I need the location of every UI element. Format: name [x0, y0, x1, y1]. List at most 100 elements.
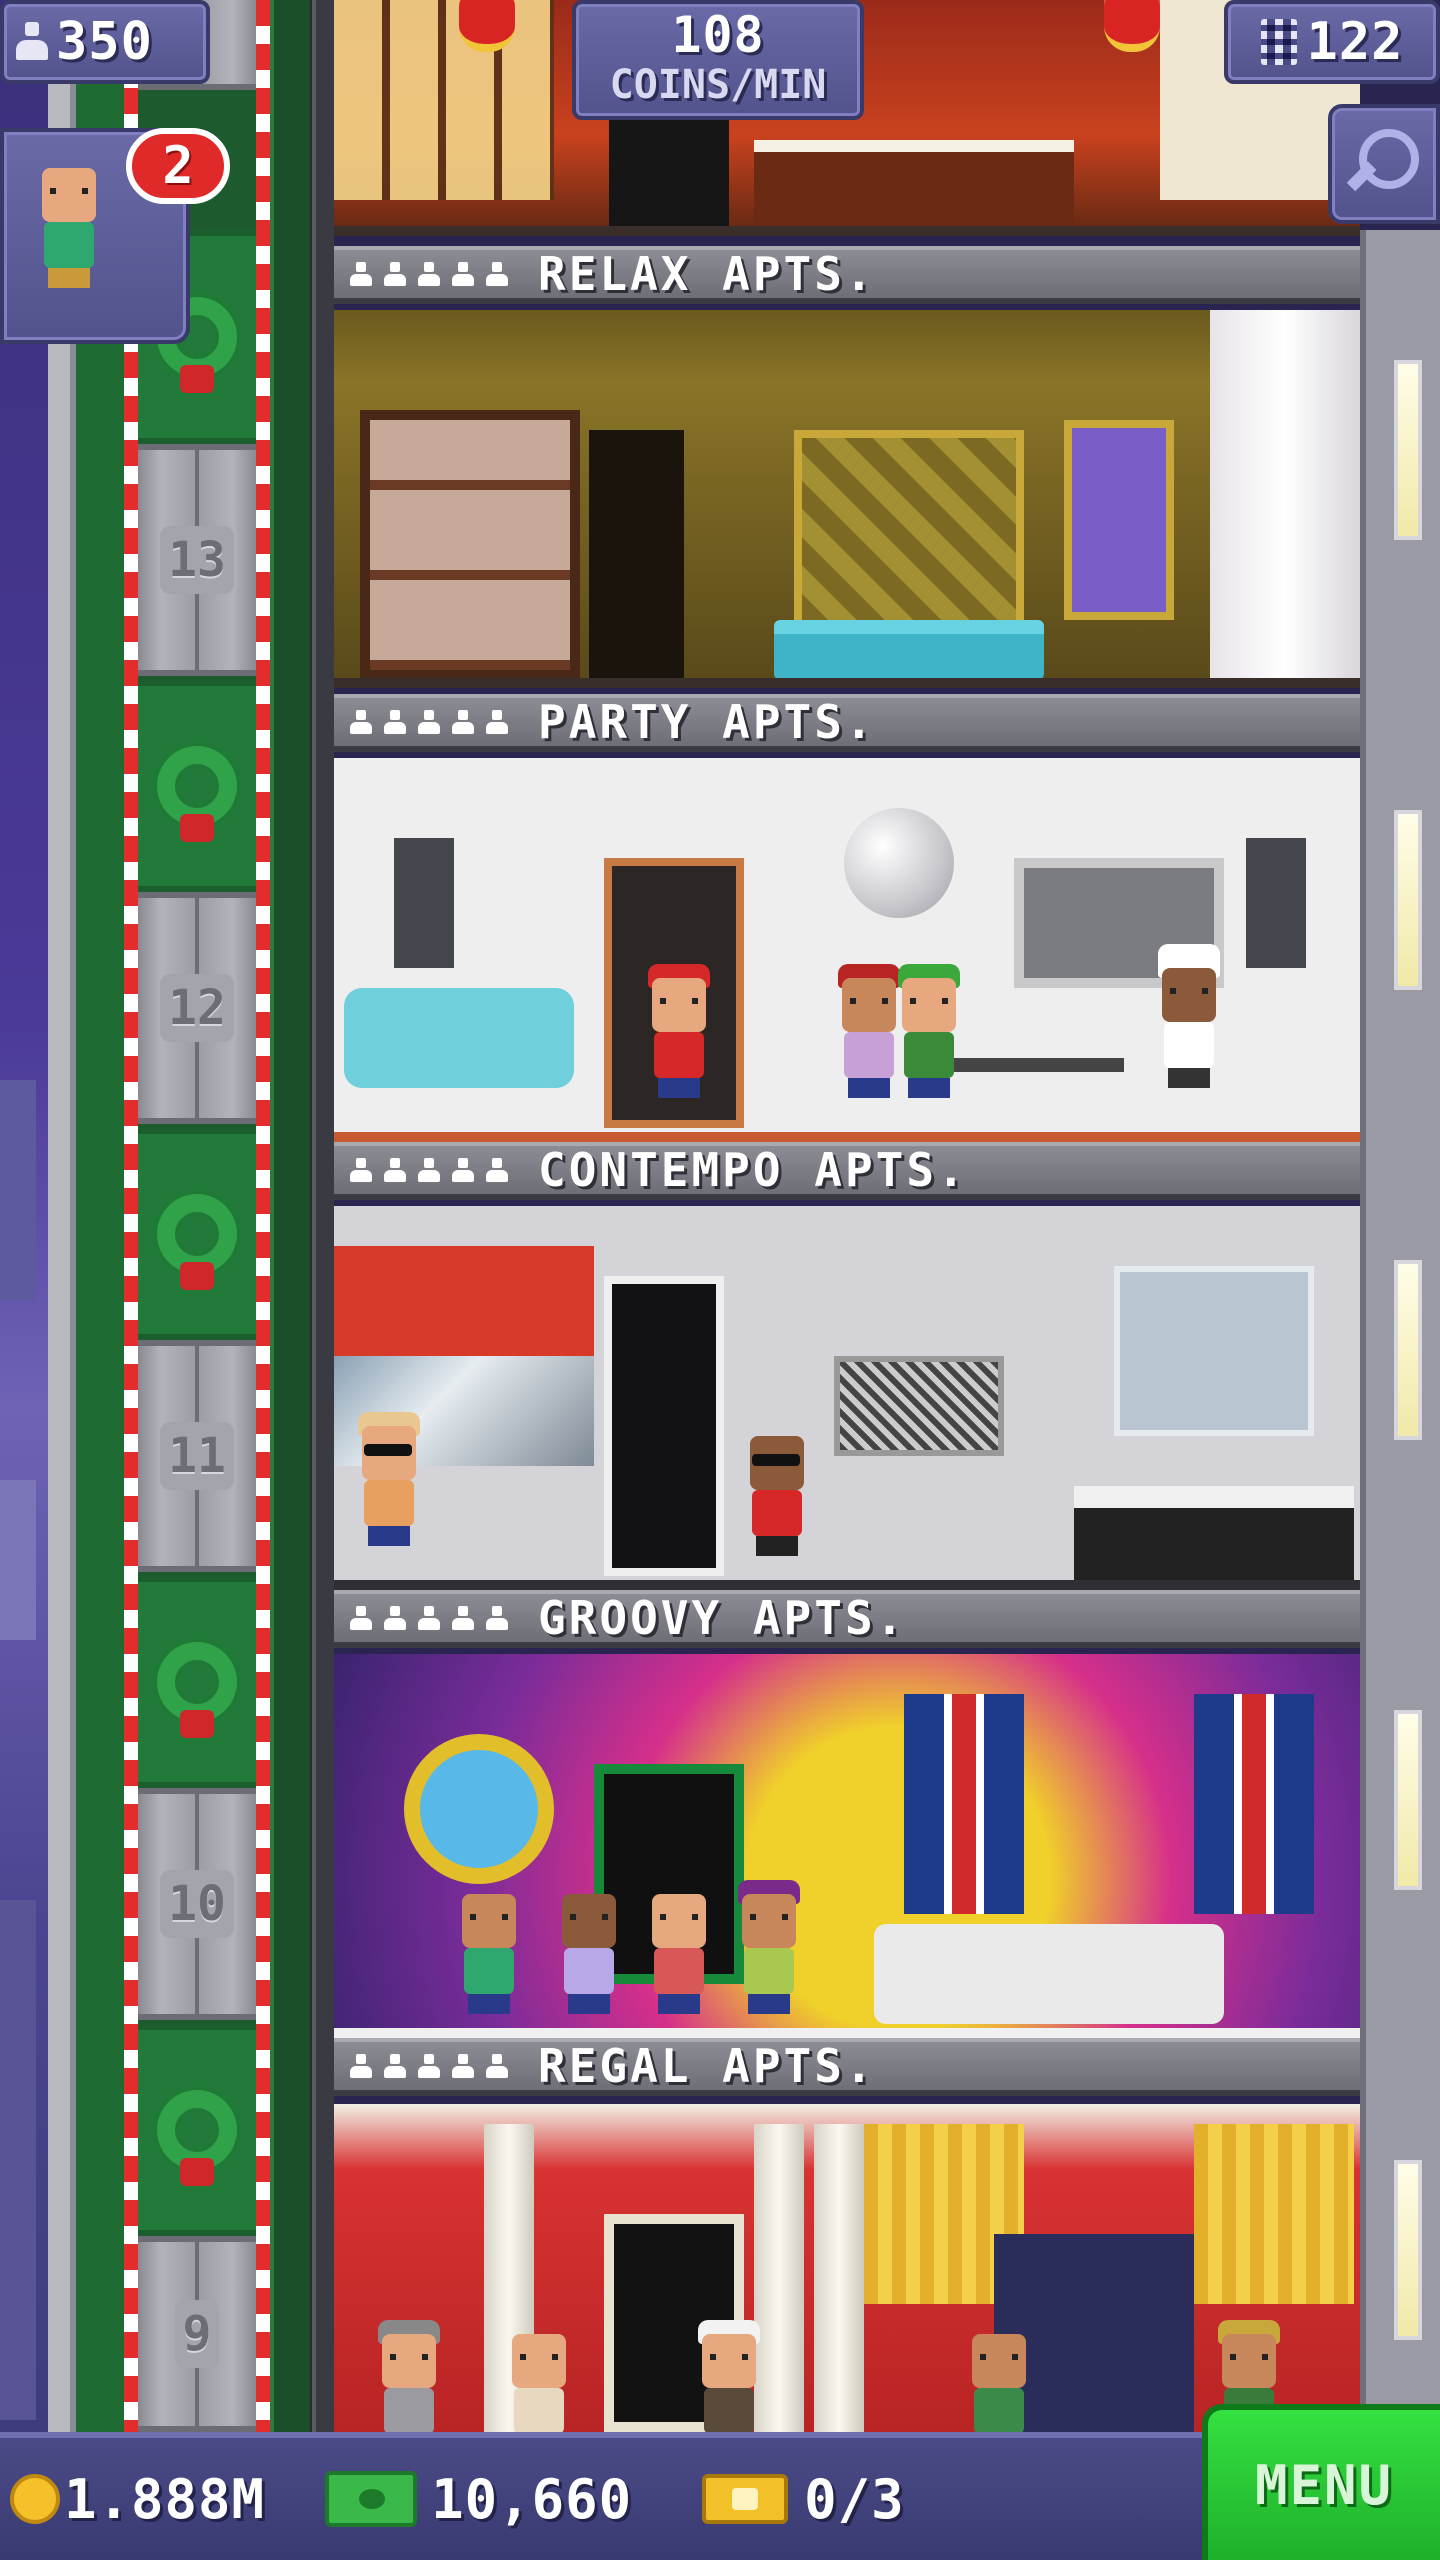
wreath-icon	[157, 746, 237, 842]
bitizen[interactable]	[894, 964, 964, 1098]
curtain	[1194, 2124, 1354, 2304]
coins-per-min-display[interactable]: 108 COINS/MIN	[572, 0, 864, 120]
coins-value: 1.888M	[64, 2467, 266, 2531]
room-contempo[interactable]	[334, 1206, 1360, 1590]
bow-icon	[180, 814, 214, 842]
floor-number: 11	[160, 1422, 234, 1490]
floor-name: REGAL APTS.	[538, 2039, 876, 2093]
city-building	[0, 1900, 36, 2420]
wall-art	[834, 1356, 1004, 1456]
room-door	[604, 1276, 724, 1576]
floor-number: 12	[160, 974, 234, 1042]
shaft-floor-9: 9	[138, 2236, 256, 2432]
candy-cane-stripe	[124, 0, 138, 2432]
union-jack	[1194, 1694, 1314, 1914]
bitizen[interactable]	[454, 1894, 524, 2014]
bitizen[interactable]	[554, 1894, 624, 2014]
notification-badge: 2	[126, 128, 230, 204]
bux-counter[interactable]: 10,660	[275, 2468, 632, 2531]
floor-label-bar: RELAX APTS.	[334, 246, 1360, 304]
shaft-wreath	[138, 2024, 256, 2236]
curtain	[1210, 310, 1360, 678]
resident-slot-icon	[348, 2054, 374, 2078]
resident-slot-icon	[484, 1158, 510, 1182]
peace-sign	[404, 1734, 554, 1884]
shaft-floor-10: 10	[138, 1788, 256, 2020]
bitizen[interactable]	[742, 1436, 812, 1556]
floor-count-value: 122	[1306, 12, 1404, 72]
window	[1064, 420, 1174, 620]
bux-value: 10,660	[431, 2467, 633, 2531]
floor-number: 9	[174, 2300, 220, 2368]
room-party[interactable]	[334, 758, 1360, 1142]
resident-slots	[348, 1606, 510, 1630]
population-icon	[16, 22, 48, 62]
floor-label-bar: PARTY APTS.	[334, 694, 1360, 752]
floor-label-bar: CONTEMPO APTS.	[334, 1142, 1360, 1200]
bitizen[interactable]	[1154, 944, 1224, 1088]
speaker	[1246, 838, 1306, 968]
floor-number: 13	[160, 526, 234, 594]
resident-slot-icon	[348, 710, 374, 734]
resident-slot-icon	[382, 710, 408, 734]
coins-counter[interactable]: 1.888M	[10, 2468, 265, 2531]
visitor-avatar	[34, 168, 104, 288]
resident-slot-icon	[416, 710, 442, 734]
resident-slot-icon	[450, 1606, 476, 1630]
union-jack	[904, 1694, 1024, 1914]
bitizen[interactable]	[644, 964, 714, 1098]
resident-slot-icon	[450, 710, 476, 734]
population-counter[interactable]: 350	[0, 0, 210, 84]
resident-slot-icon	[416, 1158, 442, 1182]
wall-panel	[794, 430, 1024, 630]
resident-slot-icon	[416, 2054, 442, 2078]
disco-ball	[844, 808, 954, 918]
shoji-screen	[334, 0, 554, 200]
accent-wall	[334, 1246, 594, 1356]
tickets-counter[interactable]: 0/3	[642, 2468, 905, 2531]
resident-slot-icon	[382, 262, 408, 286]
bitizen[interactable]	[734, 1880, 804, 2014]
city-building	[0, 1480, 36, 1640]
bitizen[interactable]	[504, 2334, 574, 2432]
bitizen[interactable]	[374, 2320, 444, 2432]
resident-slot-icon	[348, 262, 374, 286]
bitizen[interactable]	[694, 2320, 764, 2432]
wreath-icon	[157, 2090, 237, 2186]
floor-counter[interactable]: 122	[1224, 0, 1440, 84]
shaft-wreath	[138, 680, 256, 892]
bitizen[interactable]	[354, 1412, 424, 1546]
menu-button[interactable]: MENU	[1202, 2404, 1440, 2560]
room-regal[interactable]	[334, 2104, 1360, 2432]
search-icon	[1349, 129, 1419, 199]
elevator-shaft[interactable]: 13 12 11 10 9	[48, 0, 328, 2432]
city-building	[0, 1080, 36, 1300]
lattice-window	[360, 410, 580, 678]
bux-icon	[325, 2471, 418, 2527]
room-door	[589, 430, 684, 678]
wall-light	[1394, 1710, 1422, 1890]
bitizen[interactable]	[964, 2334, 1034, 2432]
resident-slots	[348, 710, 510, 734]
shaft-wreath	[138, 1128, 256, 1340]
resident-slot-icon	[382, 1158, 408, 1182]
pillar	[814, 2124, 864, 2432]
wall-light	[1394, 360, 1422, 540]
room-door	[609, 120, 729, 226]
room-relax[interactable]	[334, 310, 1360, 688]
shaft-floor-12: 12	[138, 892, 256, 1124]
tickets-value: 0/3	[804, 2467, 905, 2531]
bed	[774, 620, 1044, 678]
bow-icon	[180, 365, 214, 393]
search-button[interactable]	[1328, 104, 1440, 224]
sofa	[874, 1924, 1224, 2024]
resident-slot-icon	[416, 262, 442, 286]
lantern	[1104, 0, 1160, 52]
city-background	[0, 0, 48, 2560]
resident-slot-icon	[450, 2054, 476, 2078]
speaker	[394, 838, 454, 968]
bitizen[interactable]	[644, 1894, 714, 2014]
tower-wall	[312, 0, 334, 2432]
room-groovy[interactable]	[334, 1654, 1360, 2038]
floor-number: 10	[160, 1870, 234, 1938]
